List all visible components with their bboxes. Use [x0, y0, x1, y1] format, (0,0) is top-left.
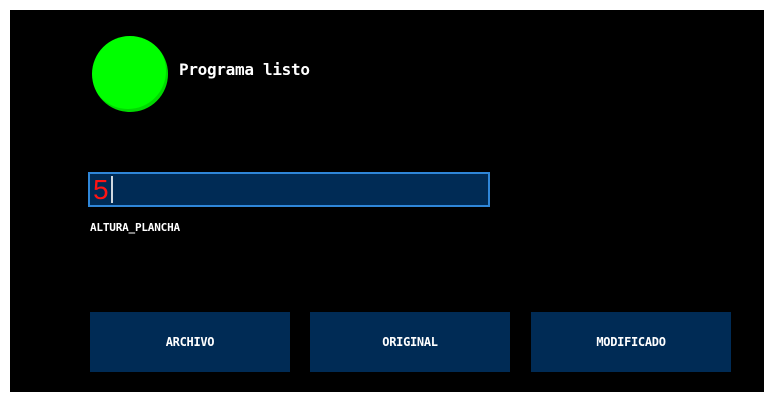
text-cursor — [111, 176, 113, 203]
input-value: 5 — [93, 174, 109, 205]
main-panel: Programa listo 5 ALTURA_PLANCHA ARCHIVO … — [10, 10, 764, 392]
status-indicator-light — [92, 36, 168, 112]
field-label: ALTURA_PLANCHA — [90, 221, 180, 234]
archivo-button[interactable]: ARCHIVO — [90, 312, 290, 372]
altura-plancha-input[interactable]: 5 — [88, 172, 490, 207]
modificado-button[interactable]: MODIFICADO — [531, 312, 731, 372]
original-button[interactable]: ORIGINAL — [310, 312, 510, 372]
status-text: Programa listo — [179, 60, 310, 79]
